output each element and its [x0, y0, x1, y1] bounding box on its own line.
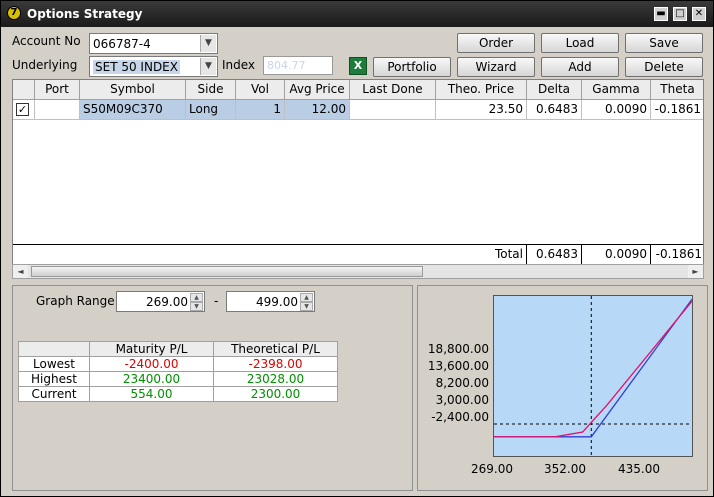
- table-cell-gamma[interactable]: 0.0090: [582, 100, 651, 120]
- column-header-port[interactable]: Port: [35, 80, 80, 100]
- column-header-theo-price[interactable]: Theo. Price: [436, 80, 527, 100]
- checkbox-check-icon: ✓: [16, 103, 29, 116]
- index-field: 804.77: [263, 56, 333, 75]
- payoff-chart-svg: [494, 296, 692, 456]
- x-tick-label: 352.00: [544, 462, 586, 476]
- column-header-delta[interactable]: Delta: [527, 80, 582, 100]
- index-label: Index: [222, 58, 256, 72]
- scroll-right-icon[interactable]: ►: [688, 265, 703, 278]
- total-label: Total: [13, 244, 527, 264]
- add-button[interactable]: Add: [541, 57, 619, 77]
- x-tick-label: 435.00: [618, 462, 660, 476]
- chevron-down-icon[interactable]: ▼: [200, 35, 216, 52]
- app-logo-icon: 7: [7, 6, 21, 20]
- account-label: Account No: [12, 34, 81, 48]
- close-icon[interactable]: ✕: [692, 7, 706, 21]
- stepper-down-icon[interactable]: ▼: [300, 302, 313, 311]
- chevron-down-icon[interactable]: ▼: [200, 58, 216, 75]
- y-tick-label: 18,800.00: [427, 342, 489, 356]
- pl-current-theoretical: 2300.00: [213, 386, 338, 402]
- column-header-symbol[interactable]: Symbol: [80, 80, 186, 100]
- x-tick-label: 269.00: [471, 462, 513, 476]
- pl-highest-theoretical: 23028.00: [213, 371, 338, 387]
- portfolio-button[interactable]: Portfolio: [373, 57, 451, 77]
- options-strategy-window: 7 Options Strategy ▬ □ ✕ Account No 0667…: [0, 0, 714, 497]
- pl-row-label-lowest: Lowest: [18, 356, 90, 372]
- graph-range-to-stepper[interactable]: 499.00 ▲ ▼: [226, 291, 315, 312]
- load-button[interactable]: Load: [541, 33, 619, 53]
- stepper-up-icon[interactable]: ▲: [300, 293, 313, 302]
- y-tick-label: 3,000.00: [435, 393, 489, 407]
- pl-table: Maturity P/L Theoretical P/L Lowest -240…: [18, 341, 338, 402]
- total-delta: 0.6483: [527, 244, 582, 264]
- y-tick-label: -2,400.00: [431, 410, 489, 424]
- pl-header-maturity: Maturity P/L: [89, 341, 214, 357]
- y-tick-label: 8,200.00: [435, 376, 489, 390]
- minimize-icon[interactable]: ▬: [654, 7, 668, 21]
- table-cell-delta[interactable]: 0.6483: [527, 100, 582, 120]
- wizard-button[interactable]: Wizard: [457, 57, 535, 77]
- column-header-gamma[interactable]: Gamma: [582, 80, 651, 100]
- graph-range-from-stepper[interactable]: 269.00 ▲ ▼: [116, 291, 205, 312]
- column-header-vol[interactable]: Vol: [236, 80, 285, 100]
- account-value: 066787-4: [93, 37, 151, 51]
- underlying-select[interactable]: SET 50 INDEX ▼: [89, 56, 218, 77]
- maturity-pl-line: [494, 298, 692, 438]
- pl-current-maturity: 554.00: [89, 386, 214, 402]
- column-header-last-done[interactable]: Last Done: [350, 80, 436, 100]
- theoretical-pl-line: [494, 300, 692, 438]
- scroll-left-icon[interactable]: ◄: [13, 265, 28, 278]
- pl-lowest-maturity: -2400.00: [89, 356, 214, 372]
- column-header-side[interactable]: Side: [186, 80, 236, 100]
- title-bar[interactable]: 7 Options Strategy ▬ □ ✕: [1, 1, 713, 27]
- order-button[interactable]: Order: [457, 33, 535, 53]
- stepper-down-icon[interactable]: ▼: [190, 302, 203, 311]
- table-cell-vol[interactable]: 1: [236, 100, 285, 120]
- table-cell-theo-price[interactable]: 23.50: [436, 100, 527, 120]
- column-header-avg-price[interactable]: Avg Price: [285, 80, 350, 100]
- graph-range-from-value: 269.00: [146, 295, 188, 309]
- account-select[interactable]: 066787-4 ▼: [89, 33, 218, 54]
- table-cell-theta[interactable]: -0.1861: [651, 100, 703, 120]
- scrollbar-thumb[interactable]: [31, 266, 423, 277]
- maximize-icon[interactable]: □: [673, 7, 687, 21]
- underlying-value: SET 50 INDEX: [93, 60, 180, 74]
- table-cell-avg-price[interactable]: 12.00: [285, 100, 350, 120]
- stepper-up-icon[interactable]: ▲: [190, 293, 203, 302]
- save-button[interactable]: Save: [625, 33, 703, 53]
- pl-summary-panel: Graph Range 269.00 ▲ ▼ - 499.00 ▲ ▼ Matu…: [12, 285, 413, 491]
- pl-lowest-theoretical: -2398.00: [213, 356, 338, 372]
- excel-export-icon[interactable]: X: [349, 57, 367, 75]
- table-cell-port[interactable]: [35, 100, 80, 120]
- pl-table-corner: [18, 341, 90, 357]
- graph-range-to-value: 499.00: [256, 295, 298, 309]
- pl-row-label-highest: Highest: [18, 371, 90, 387]
- range-separator: -: [214, 294, 219, 308]
- delete-button[interactable]: Delete: [625, 57, 703, 77]
- underlying-label: Underlying: [12, 58, 78, 72]
- total-theta: -0.1861: [651, 244, 703, 264]
- window-title: Options Strategy: [27, 7, 143, 21]
- horizontal-scrollbar[interactable]: ◄ ►: [12, 264, 704, 279]
- pl-header-theoretical: Theoretical P/L: [213, 341, 338, 357]
- column-header-theta[interactable]: Theta: [651, 80, 703, 100]
- table-cell-symbol[interactable]: S50M09C370: [80, 100, 186, 120]
- positions-grid: Port Symbol Side Vol Avg Price Last Done…: [12, 79, 704, 266]
- pl-row-label-current: Current: [18, 386, 90, 402]
- table-cell-side[interactable]: Long: [186, 100, 236, 120]
- table-cell-last-done[interactable]: [350, 100, 436, 120]
- pl-highest-maturity: 23400.00: [89, 371, 214, 387]
- table-row-checkbox[interactable]: ✓: [13, 100, 35, 120]
- payoff-chart[interactable]: [493, 295, 693, 457]
- graph-range-label: Graph Range: [36, 294, 115, 308]
- total-gamma: 0.0090: [582, 244, 651, 264]
- column-header-select: [13, 80, 35, 100]
- y-tick-label: 13,600.00: [427, 359, 489, 373]
